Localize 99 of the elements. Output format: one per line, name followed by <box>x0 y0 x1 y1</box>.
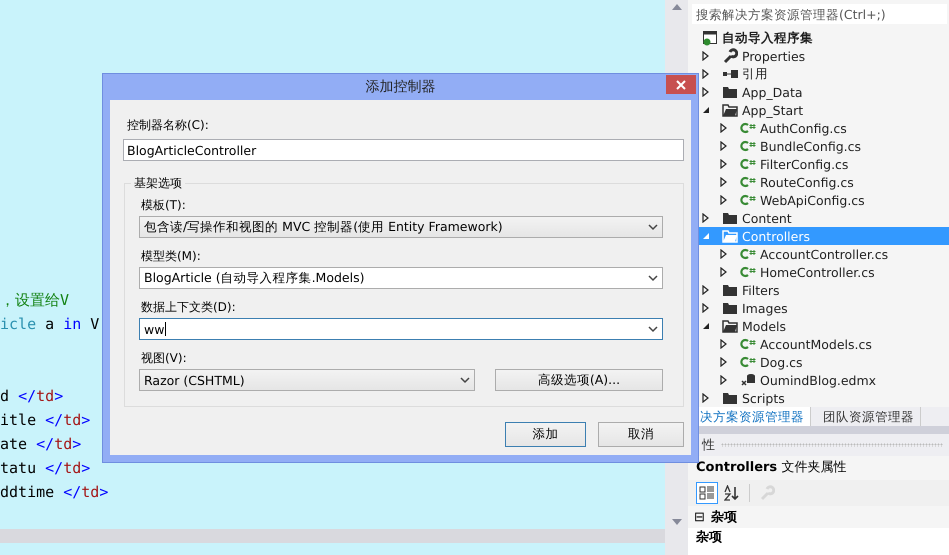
field-label: 视图(V): <box>141 350 188 366</box>
csharp-file-icon <box>740 176 756 188</box>
tree-item[interactable]: Images <box>688 299 949 317</box>
tree-item[interactable]: Content <box>688 209 949 227</box>
tree-item[interactable]: Dog.cs <box>688 353 949 371</box>
group-title: 基架选项 <box>131 175 185 191</box>
sort-icon <box>724 485 740 501</box>
wrench-icon <box>722 48 738 64</box>
collapsed-arrow-icon[interactable] <box>702 51 709 61</box>
collapsed-arrow-icon[interactable] <box>702 213 709 223</box>
field-label: 控制器名称(C): <box>126 117 210 133</box>
collapsed-arrow-icon[interactable] <box>720 159 727 169</box>
dialog-button[interactable]: 取消 <box>598 422 684 447</box>
csharp-file-icon <box>740 266 756 278</box>
tree-item[interactable]: Filters <box>688 281 949 299</box>
csharp-file-icon <box>740 140 756 152</box>
collapsed-arrow-icon[interactable] <box>702 303 709 313</box>
collapsed-arrow-icon[interactable] <box>702 285 709 295</box>
scroll-up-icon[interactable] <box>672 4 682 10</box>
collapsed-arrow-icon[interactable] <box>720 267 727 277</box>
tree-item[interactable]: HomeController.cs <box>688 263 949 281</box>
advanced-options-button[interactable]: 高级选项(A)... <box>495 369 663 391</box>
field-label: 模板(T): <box>141 197 187 213</box>
tree-item[interactable]: Properties <box>688 47 949 65</box>
field-label: 数据上下文类(D): <box>141 299 237 315</box>
collapsed-arrow-icon[interactable] <box>720 177 727 187</box>
close-button[interactable] <box>666 75 696 94</box>
categorized-icon <box>699 485 715 501</box>
folder-icon <box>722 319 738 333</box>
tree-item[interactable]: App_Data <box>688 83 949 101</box>
expanded-arrow-icon[interactable] <box>702 106 710 114</box>
combo-box-field[interactable]: ww <box>139 318 663 340</box>
code-line: ，设置给V <box>0 290 70 311</box>
csharp-file-icon <box>740 158 756 170</box>
chevron-down-icon <box>648 274 658 282</box>
collapsed-arrow-icon[interactable] <box>720 375 727 385</box>
collapsed-arrow-icon[interactable] <box>702 87 709 97</box>
collapse-toggle[interactable]: ⊟ <box>694 510 705 524</box>
tree-item[interactable]: FilterConfig.cs <box>688 155 949 173</box>
combo-box-field[interactable]: BlogArticle (自动导入程序集.Models) <box>139 267 663 289</box>
collapsed-arrow-icon[interactable] <box>720 339 727 349</box>
chevron-down-icon <box>460 376 470 384</box>
csharp-file-icon <box>740 338 756 350</box>
code-line: ddtime </td> <box>0 482 108 503</box>
dropdown[interactable]: 包含读/写操作和视图的 MVC 控制器(使用 Entity Framework) <box>139 216 663 238</box>
property-name: 杂项 <box>688 528 949 555</box>
folder-icon <box>722 391 738 405</box>
folder-icon <box>722 211 738 225</box>
tree-item[interactable]: App_Start <box>688 101 949 119</box>
dialog-button[interactable]: 添加 <box>505 422 586 447</box>
folder-icon <box>722 229 738 243</box>
code-line: itle </td> <box>0 410 90 431</box>
tree-item[interactable]: RouteConfig.cs <box>688 173 949 191</box>
collapsed-arrow-icon[interactable] <box>720 123 727 133</box>
horizontal-scrollbar[interactable] <box>0 529 665 543</box>
dialog-title: 添加控制器 <box>366 78 436 96</box>
tree-item[interactable]: AuthConfig.cs <box>688 119 949 137</box>
scroll-down-icon[interactable] <box>672 519 682 525</box>
code-line: icle a in V <box>0 314 100 335</box>
code-line: tatu </td> <box>0 458 90 479</box>
tree-item[interactable]: 引用 <box>688 65 949 83</box>
expanded-arrow-icon[interactable] <box>702 322 710 330</box>
folder-icon <box>722 85 738 99</box>
code-line: d </td> <box>0 386 64 407</box>
collapsed-arrow-icon[interactable] <box>702 69 709 79</box>
code-line: ate </td> <box>0 434 82 455</box>
dropdown[interactable]: Razor (CSHTML) <box>139 369 475 391</box>
tree-item[interactable]: AccountController.cs <box>688 245 949 263</box>
search-field[interactable]: 搜索解决方案资源管理器(Ctrl+;) <box>692 4 947 24</box>
csharp-file-icon <box>740 122 756 134</box>
tree-item[interactable]: BundleConfig.cs <box>688 137 949 155</box>
tree-item[interactable]: 自动导入程序集 <box>688 29 949 47</box>
tree-item[interactable]: WebApiConfig.cs <box>688 191 949 209</box>
name-input-field[interactable]: BlogArticleController <box>123 139 684 161</box>
csharp-file-icon <box>740 194 756 206</box>
collapsed-arrow-icon[interactable] <box>720 249 727 259</box>
collapsed-arrow-icon[interactable] <box>720 195 727 205</box>
field-label: 模型类(M): <box>141 248 202 264</box>
wrench-icon <box>759 485 775 501</box>
folder-icon <box>722 301 738 315</box>
tree-item[interactable]: AccountModels.cs <box>688 335 949 353</box>
chevron-down-icon <box>648 326 658 332</box>
toolbar-button[interactable] <box>696 482 718 504</box>
csharp-file-icon <box>740 356 756 368</box>
tree-item[interactable]: Models <box>688 317 949 335</box>
panel-title: 性 <box>702 437 715 454</box>
database-icon <box>740 372 756 388</box>
project-icon <box>702 30 718 46</box>
category-label: 杂项 <box>710 509 737 526</box>
tree-item[interactable]: Scripts <box>688 389 949 407</box>
tree-item[interactable]: OumindBlog.edmx <box>688 371 949 389</box>
collapsed-arrow-icon[interactable] <box>720 141 727 151</box>
chevron-down-icon <box>648 224 658 230</box>
csharp-file-icon <box>740 248 756 260</box>
close-icon <box>676 80 686 90</box>
folder-icon <box>722 103 738 117</box>
collapsed-arrow-icon[interactable] <box>720 357 727 367</box>
collapsed-arrow-icon[interactable] <box>702 393 709 403</box>
folder-icon <box>722 283 738 297</box>
